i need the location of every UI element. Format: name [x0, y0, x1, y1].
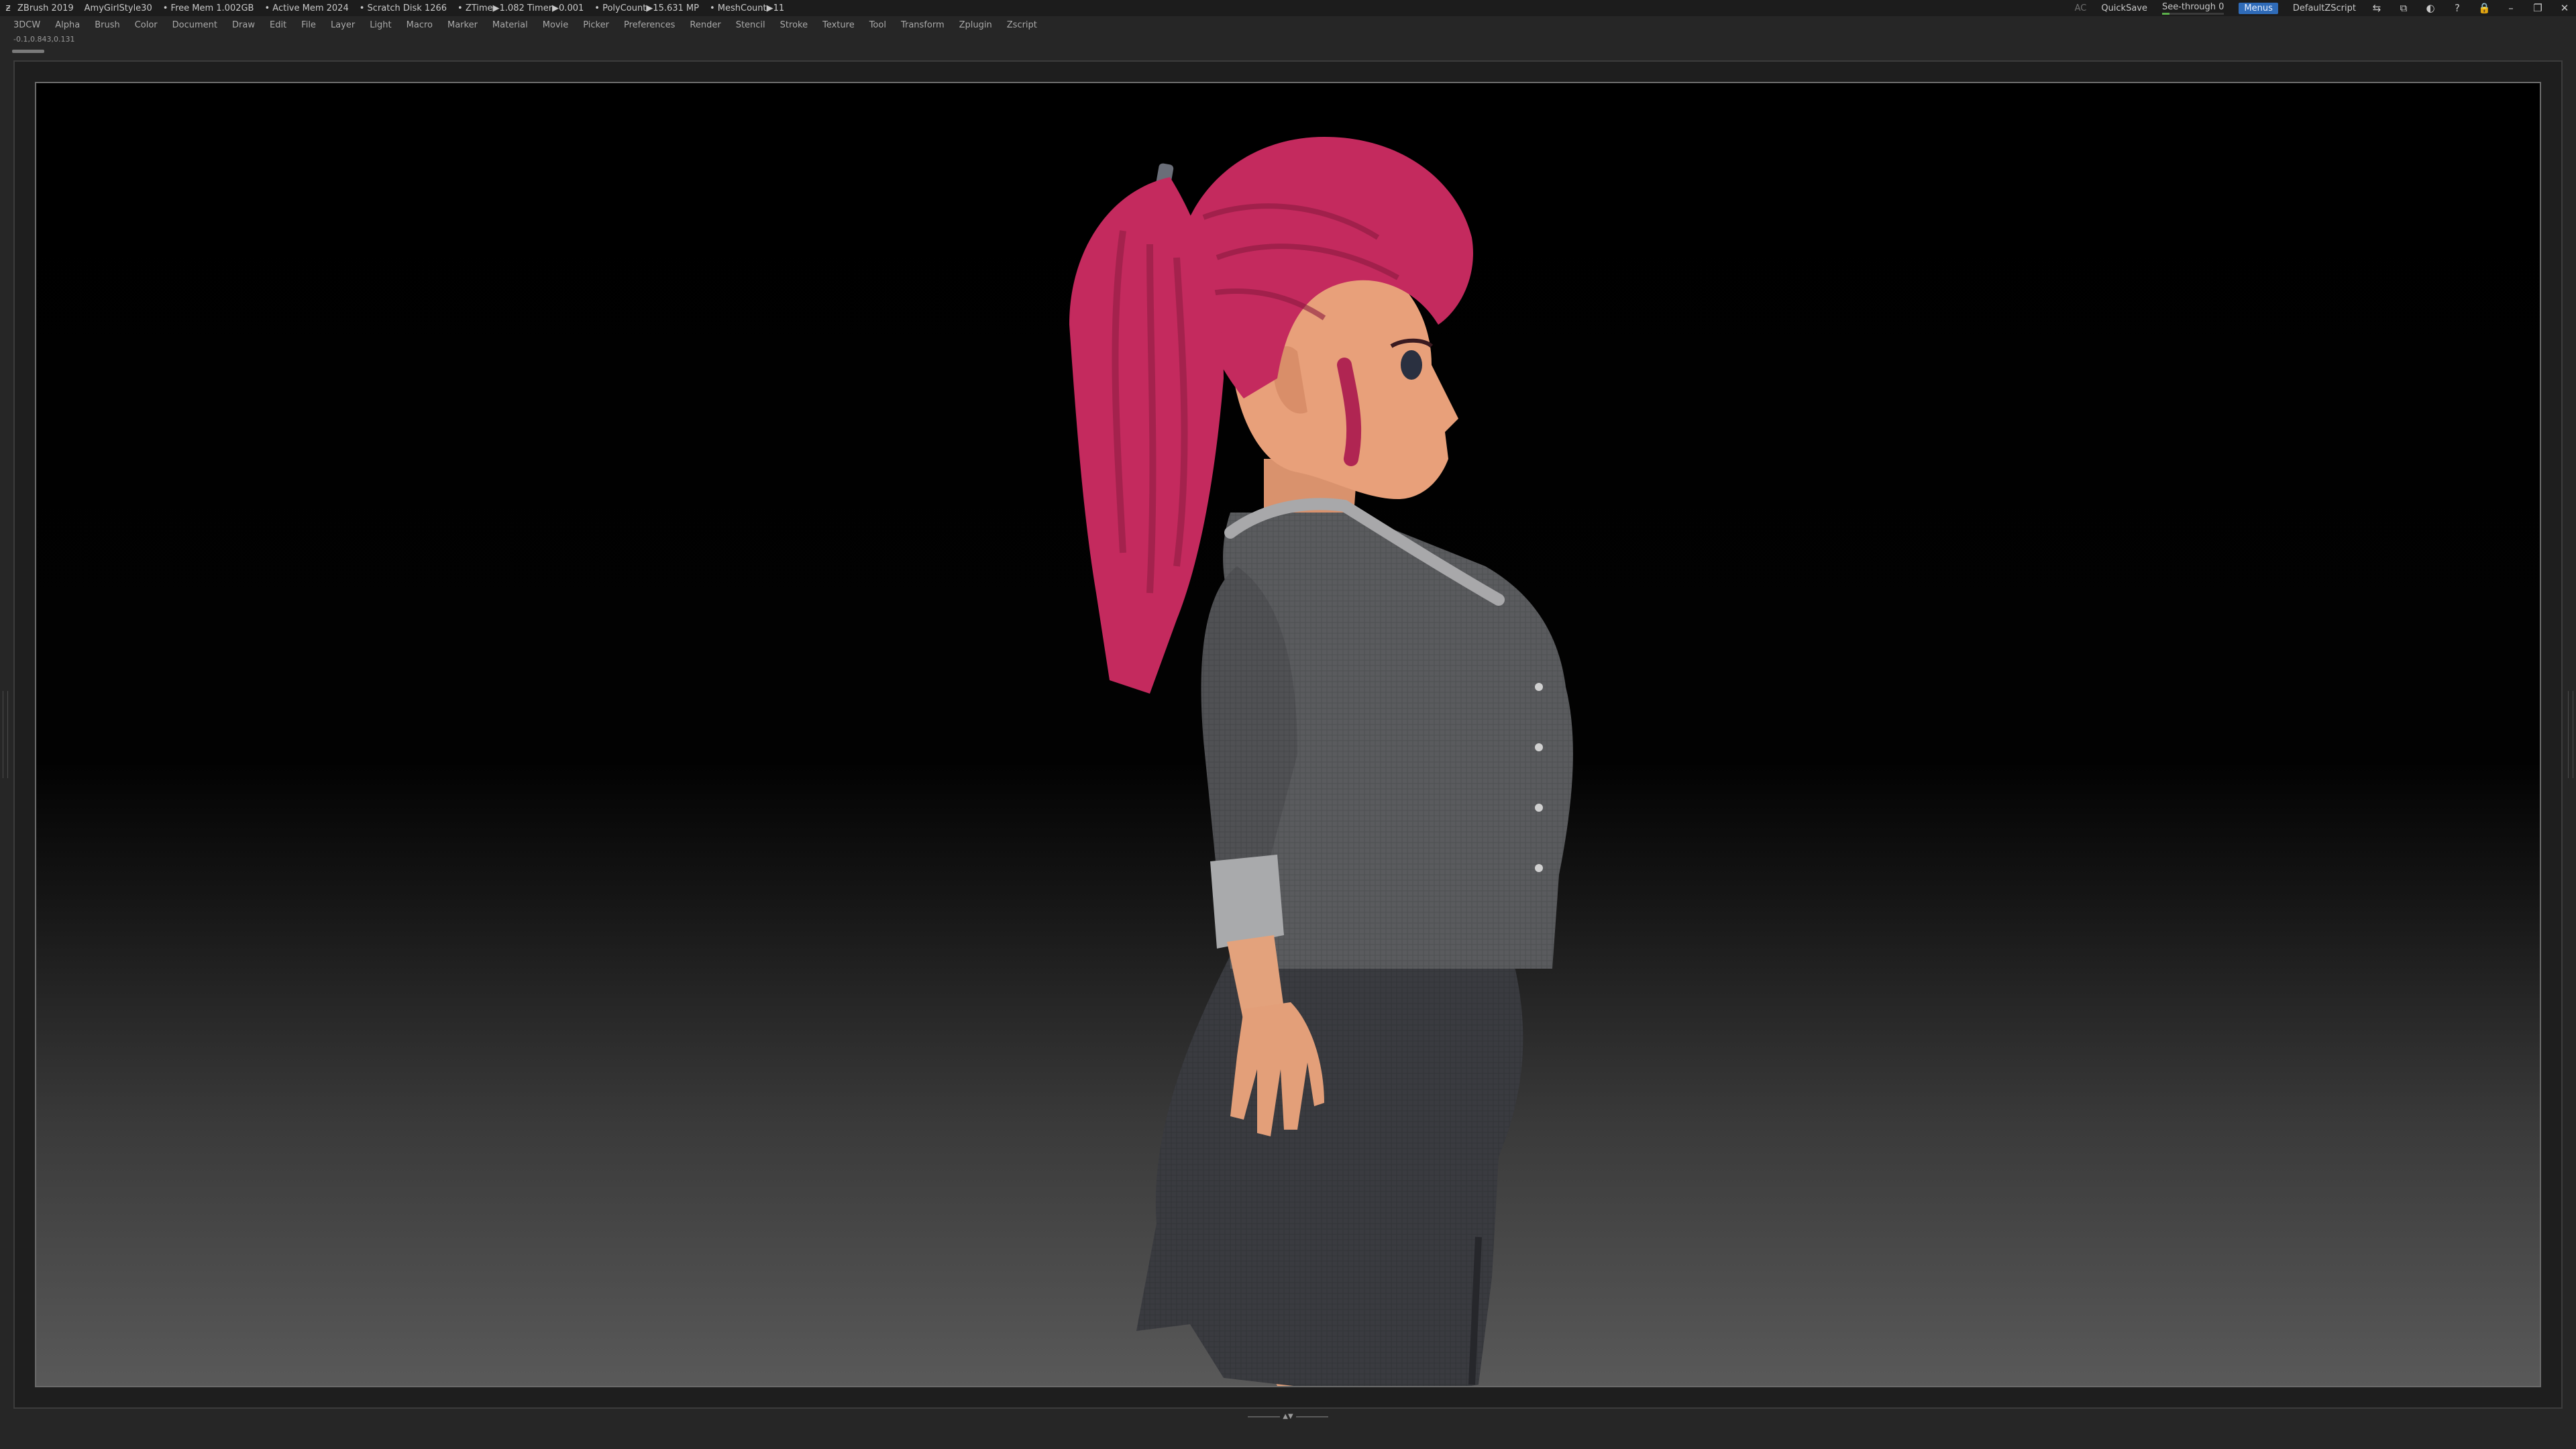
tray-scroll-handle[interactable] [12, 50, 44, 53]
layout-arrows-icon[interactable]: ⇆ [2371, 2, 2383, 14]
menu-tool[interactable]: Tool [869, 20, 886, 30]
menu-marker[interactable]: Marker [447, 20, 478, 30]
left-tray-grip[interactable] [3, 691, 8, 778]
bottom-tray-grip[interactable]: ▲▼ [1248, 1413, 1328, 1420]
character-model [1069, 137, 1573, 1386]
right-tray-grip[interactable] [2568, 691, 2573, 778]
menu-render[interactable]: Render [690, 20, 720, 30]
menu-picker[interactable]: Picker [583, 20, 609, 30]
zbrush-logo-icon: ƶ [5, 3, 11, 13]
ui-colors-icon[interactable]: ◐ [2424, 2, 2436, 14]
stat-ztime: • ZTime▶1.082 Timer▶0.001 [458, 3, 584, 13]
viewport-canvas[interactable] [35, 82, 2541, 1387]
title-bar: ƶ ZBrush 2019 AmyGirlStyle30 • Free Mem … [0, 0, 2576, 16]
menu-brush[interactable]: Brush [95, 20, 120, 30]
stat-free-mem: • Free Mem 1.002GB [162, 3, 254, 13]
restore-icon[interactable]: ❐ [2532, 2, 2544, 14]
ponytail [1069, 177, 1224, 694]
menu-texture[interactable]: Texture [822, 20, 855, 30]
ac-button[interactable]: AC [2075, 3, 2087, 13]
cursor-coordinates: -0.1,0.843,0.131 [13, 35, 75, 44]
project-name: AmyGirlStyle30 [84, 3, 152, 13]
see-through-label: See-through 0 [2161, 1, 2224, 12]
menu-bar: 3DCW Alpha Brush Color Document Draw Edi… [0, 16, 2576, 34]
help-icon[interactable]: ? [2451, 2, 2463, 14]
quicksave-button[interactable]: QuickSave [2101, 3, 2147, 13]
minimize-icon[interactable]: – [2505, 2, 2517, 14]
cuff [1210, 855, 1284, 949]
menu-transform[interactable]: Transform [901, 20, 945, 30]
app-name: ZBrush 2019 [17, 3, 74, 13]
layout-switch-icon[interactable]: ⧉ [2398, 2, 2410, 14]
menu-light[interactable]: Light [370, 20, 391, 30]
default-zscript-button[interactable]: DefaultZScript [2293, 3, 2356, 13]
menu-zscript[interactable]: Zscript [1007, 20, 1037, 30]
stat-meshcount: • MeshCount▶11 [709, 3, 785, 13]
menu-preferences[interactable]: Preferences [624, 20, 675, 30]
stat-polycount: • PolyCount▶15.631 MP [594, 3, 699, 13]
menu-document[interactable]: Document [172, 20, 217, 30]
menu-file[interactable]: File [301, 20, 316, 30]
menu-edit[interactable]: Edit [270, 20, 286, 30]
stat-active-mem: • Active Mem 2024 [264, 3, 349, 13]
menu-macro[interactable]: Macro [407, 20, 433, 30]
menu-movie[interactable]: Movie [543, 20, 568, 30]
menu-alpha[interactable]: Alpha [55, 20, 80, 30]
title-right-controls: AC QuickSave See-through 0 Menus Default… [2075, 0, 2571, 16]
see-through-track [2161, 12, 2224, 15]
menu-layer[interactable]: Layer [331, 20, 355, 30]
close-icon[interactable]: ✕ [2559, 2, 2571, 14]
menu-color[interactable]: Color [135, 20, 158, 30]
menu-draw[interactable]: Draw [232, 20, 255, 30]
bottom-grip-arrows-icon: ▲▼ [1280, 1413, 1296, 1420]
see-through-fill [2161, 12, 2170, 15]
see-through-slider[interactable]: See-through 0 [2161, 1, 2224, 15]
eye [1401, 350, 1422, 380]
menu-zplugin[interactable]: Zplugin [959, 20, 992, 30]
menu-3dcw[interactable]: 3DCW [13, 20, 40, 30]
menu-material[interactable]: Material [492, 20, 528, 30]
lock-icon[interactable]: 🔒 [2478, 2, 2491, 14]
menu-stencil[interactable]: Stencil [736, 20, 765, 30]
menus-button[interactable]: Menus [2239, 2, 2278, 14]
menu-stroke[interactable]: Stroke [780, 20, 808, 30]
stat-scratch-disk: • Scratch Disk 1266 [359, 3, 447, 13]
title-info: ZBrush 2019 AmyGirlStyle30 • Free Mem 1.… [17, 3, 784, 13]
